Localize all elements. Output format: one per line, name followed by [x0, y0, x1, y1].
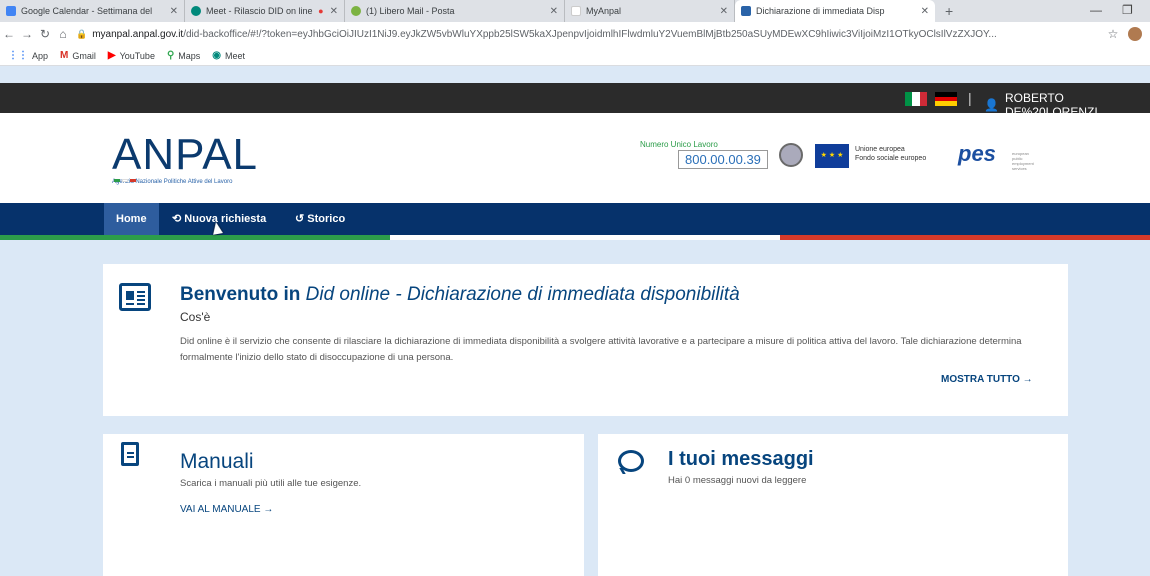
numero-unico: Numero Unico Lavoro 800.00.00.39	[640, 140, 768, 169]
numero-label: Numero Unico Lavoro	[640, 140, 718, 149]
tab-title: Meet - Rilascio DID on line	[206, 6, 313, 16]
new-tab-button[interactable]: +	[935, 0, 963, 22]
browser-tab-libero[interactable]: (1) Libero Mail - Posta ✕	[345, 0, 565, 22]
close-tab-icon[interactable]: ✕	[330, 6, 338, 17]
german-flag-icon[interactable]	[935, 92, 957, 107]
messaggi-title: I tuoi messaggi	[668, 448, 814, 470]
nav-storico[interactable]: ↺ Storico	[283, 203, 357, 235]
tab-title: Google Calendar - Settimana del	[21, 6, 153, 16]
anpal-logo[interactable]: ANPAL Agenzia Nazionale Politiche Attive…	[112, 133, 258, 187]
document-icon	[121, 442, 139, 466]
tab-title: Dichiarazione di immediata Disp	[756, 6, 885, 16]
browser-tab-dichiarazione[interactable]: Dichiarazione di immediata Disp ✕	[735, 0, 935, 22]
manuali-title: Manuali	[180, 450, 254, 473]
url-path: /did-backoffice/#!/?token=eyJhbGciOiJIUz…	[183, 28, 997, 40]
profile-avatar[interactable]	[1128, 27, 1142, 41]
newspaper-icon	[119, 283, 151, 311]
home-icon[interactable]: ⌂	[54, 27, 72, 41]
bookmark-maps[interactable]: ⚲ Maps	[167, 50, 200, 61]
welcome-subtitle: Cos'è	[180, 310, 211, 324]
nav-red-band	[780, 235, 1150, 240]
user-icon: 👤	[984, 98, 999, 112]
vai-al-manuale-link[interactable]: VAI AL MANUALE →	[180, 504, 273, 515]
close-tab-icon[interactable]: ✕	[921, 6, 929, 17]
numero-value: 800.00.00.39	[678, 150, 768, 169]
bookmarks-bar: ⋮⋮ App M Gmail ▶ YouTube ⚲ Maps ◉ Meet	[0, 46, 1150, 66]
tab-title: MyAnpal	[586, 6, 622, 16]
eu-line-2: Fondo sociale europeo	[855, 155, 927, 162]
eu-text: Unione europea Fondo sociale europeo	[855, 145, 926, 163]
tab-title: (1) Libero Mail - Posta	[366, 6, 455, 16]
site-top-strip: | 👤 ROBERTO DE%20LORENZI	[0, 83, 1150, 119]
bookmark-star-icon[interactable]: ☆	[1104, 27, 1122, 41]
main-nav: Home ⟲ Nuova richiesta ↺ Storico	[0, 203, 1150, 235]
bookmark-youtube[interactable]: ▶ YouTube	[108, 50, 155, 61]
forward-icon[interactable]: →	[18, 27, 36, 41]
chat-bubble-icon	[618, 450, 644, 472]
page-favicon-icon	[571, 6, 581, 16]
welcome-title-italic: Did online - Dichiarazione di immediata …	[305, 284, 740, 305]
recording-dot-icon: ●	[318, 6, 324, 16]
url-host: myanpal.anpal.gov.it	[92, 28, 184, 40]
eu-line-1: Unione europea	[855, 146, 905, 153]
gmail-icon: M	[60, 50, 69, 61]
bookmark-app[interactable]: ⋮⋮ App	[8, 50, 48, 61]
browser-tab-meet[interactable]: Meet - Rilascio DID on line ● ✕	[185, 0, 345, 22]
reload-icon[interactable]: ↻	[36, 27, 54, 41]
handshake-icon: ⟲	[172, 213, 185, 225]
apps-grid-icon: ⋮⋮	[8, 50, 28, 61]
divider: |	[968, 90, 972, 106]
manuali-card: Manuali Scarica i manuali più utili alle…	[103, 434, 584, 576]
nav-green-band	[0, 235, 390, 240]
close-tab-icon[interactable]: ✕	[550, 6, 558, 17]
meet-icon: ◉	[212, 50, 222, 61]
welcome-title: Benvenuto in Did online - Dichiarazione …	[180, 284, 740, 306]
bookmark-label: Gmail	[72, 50, 96, 61]
bookmark-gmail[interactable]: M Gmail	[60, 50, 96, 61]
mostra-tutto-link[interactable]: MOSTRA TUTTO →	[941, 374, 1033, 385]
anpal-favicon-icon	[741, 6, 751, 16]
italian-emblem-icon	[779, 143, 803, 167]
browser-tab-strip: Google Calendar - Settimana del ✕ Meet -…	[0, 0, 1150, 22]
italian-flag-icon[interactable]	[905, 92, 927, 106]
bookmark-label: App	[32, 50, 49, 61]
bookmark-label: Meet	[225, 50, 246, 61]
mouse-cursor-icon	[211, 221, 223, 235]
libero-favicon-icon	[351, 6, 361, 16]
bookmark-label: Maps	[178, 50, 201, 61]
nav-label: Nuova richiesta	[184, 213, 267, 225]
youtube-icon: ▶	[107, 50, 116, 61]
history-icon: ↺	[295, 213, 308, 225]
restore-icon[interactable]: ❐	[1122, 0, 1133, 22]
minimize-icon[interactable]: —	[1090, 0, 1102, 22]
meet-favicon-icon	[191, 6, 201, 16]
browser-tab-calendar[interactable]: Google Calendar - Settimana del ✕	[0, 0, 185, 22]
welcome-title-bold: Benvenuto in	[180, 284, 301, 305]
eu-flag-icon: ★ ★ ★	[815, 144, 849, 168]
back-icon[interactable]: ←	[0, 27, 18, 41]
maps-pin-icon: ⚲	[166, 50, 175, 61]
browser-tab-myanpal[interactable]: MyAnpal ✕	[565, 0, 735, 22]
address-bar-row: ← → ↻ ⌂ 🔒 myanpal.anpal.gov.it /did-back…	[0, 22, 1150, 46]
manuali-subtitle: Scarica i manuali più utili alle tue esi…	[180, 478, 362, 489]
bookmark-meet[interactable]: ◉ Meet	[212, 50, 245, 61]
welcome-card: Benvenuto in Did online - Dichiarazione …	[103, 264, 1068, 416]
site-header: ANPAL Agenzia Nazionale Politiche Attive…	[0, 113, 1150, 203]
close-tab-icon[interactable]: ✕	[720, 6, 728, 17]
messaggi-card: I tuoi messaggi Hai 0 messaggi nuovi da …	[598, 434, 1068, 576]
lock-icon: 🔒	[76, 28, 88, 39]
nav-label: Storico	[307, 213, 346, 225]
messaggi-subtitle: Hai 0 messaggi nuovi da leggere	[668, 475, 807, 486]
logo-tricolor-dots	[114, 169, 138, 187]
pes-subtitle: european public employment services	[1012, 151, 1034, 171]
nav-white-band	[390, 235, 780, 240]
close-tab-icon[interactable]: ✕	[170, 6, 178, 17]
nav-home[interactable]: Home	[104, 203, 159, 235]
calendar-favicon-icon	[6, 6, 16, 16]
url-field[interactable]: 🔒 myanpal.anpal.gov.it /did-backoffice/#…	[76, 24, 1098, 44]
bookmark-label: YouTube	[119, 50, 155, 61]
pes-logo: pes	[958, 141, 996, 166]
welcome-description: Did online è il servizio che consente di…	[180, 336, 1022, 363]
